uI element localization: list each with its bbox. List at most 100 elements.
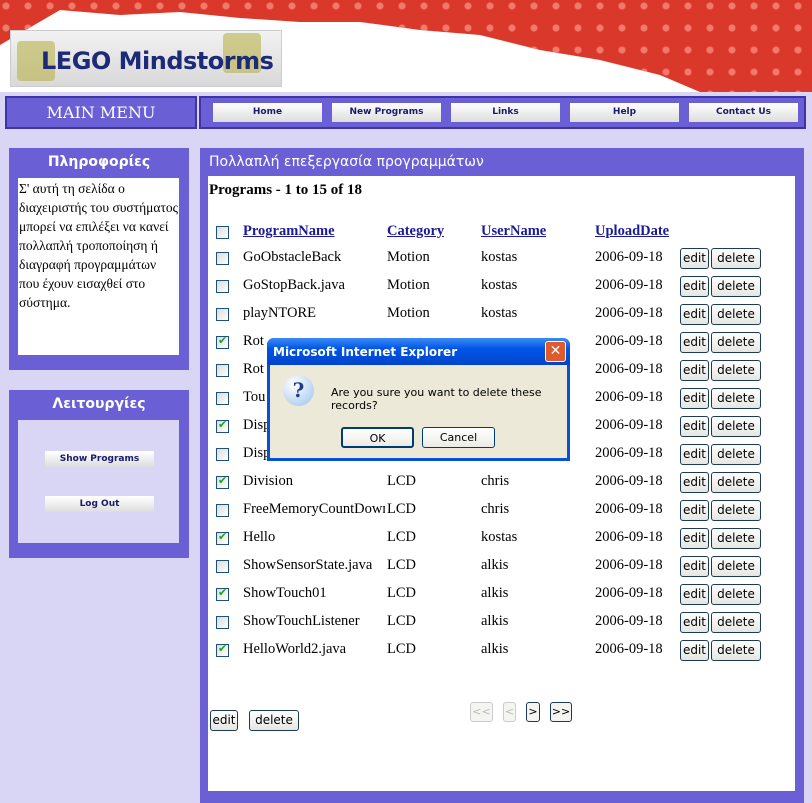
- dialog-message: Are you sure you want to delete these re…: [331, 386, 542, 412]
- delete-button[interactable]: delete: [711, 640, 761, 661]
- close-icon[interactable]: ✕: [545, 341, 566, 362]
- username: alkis: [481, 585, 509, 601]
- bulk-edit-button[interactable]: edit: [210, 710, 238, 731]
- edit-button[interactable]: edit: [680, 500, 709, 521]
- nav-home-button[interactable]: Home: [213, 103, 322, 122]
- program-name: FreeMemoryCountDown: [243, 501, 385, 517]
- delete-button[interactable]: delete: [711, 556, 761, 577]
- row-checkbox[interactable]: [216, 308, 229, 321]
- bulk-delete-button[interactable]: delete: [249, 710, 299, 731]
- question-icon: ?: [283, 375, 314, 406]
- col-programname[interactable]: ProgramName: [243, 223, 335, 240]
- row-checkbox[interactable]: [216, 474, 229, 489]
- program-name: Division: [243, 473, 293, 489]
- next-page-button[interactable]: >: [526, 702, 540, 722]
- table-row: Division LCD chris 2006-09-18 editdelete: [208, 472, 795, 494]
- row-checkbox[interactable]: [216, 530, 229, 545]
- delete-button[interactable]: delete: [711, 584, 761, 605]
- dialog-title: Microsoft Internet Explorer: [267, 338, 570, 365]
- row-checkbox[interactable]: [216, 252, 229, 265]
- row-checkbox[interactable]: [216, 364, 229, 377]
- edit-button[interactable]: edit: [680, 332, 709, 353]
- row-checkbox[interactable]: [216, 560, 229, 573]
- delete-button[interactable]: delete: [711, 416, 761, 437]
- delete-button[interactable]: delete: [711, 360, 761, 381]
- col-category[interactable]: Category: [387, 223, 444, 240]
- category: LCD: [387, 473, 416, 489]
- edit-button[interactable]: edit: [680, 304, 709, 325]
- delete-button[interactable]: delete: [711, 388, 761, 409]
- username: kostas: [481, 529, 518, 545]
- upload-date: 2006-09-18: [595, 501, 663, 517]
- upload-date: 2006-09-18: [595, 585, 663, 601]
- last-page-button[interactable]: >>: [550, 702, 572, 722]
- edit-button[interactable]: edit: [680, 584, 709, 605]
- operations-panel: Λειτουργίες Show Programs Log Out: [9, 390, 189, 558]
- nav-links-button[interactable]: Links: [451, 103, 560, 122]
- first-page-button[interactable]: <<: [470, 702, 493, 722]
- upload-date: 2006-09-18: [595, 557, 663, 573]
- show-programs-button[interactable]: Show Programs: [45, 451, 154, 467]
- delete-button[interactable]: delete: [711, 472, 761, 493]
- category: Motion: [387, 249, 430, 265]
- upload-date: 2006-09-18: [595, 529, 663, 545]
- row-checkbox[interactable]: [216, 504, 229, 517]
- nav-new-programs-button[interactable]: New Programs: [332, 103, 441, 122]
- select-all-checkbox[interactable]: [216, 226, 229, 239]
- nav-bar: MAIN MENU Home New Programs Links Help C…: [0, 92, 812, 133]
- delete-button[interactable]: delete: [711, 332, 761, 353]
- nav-help-button[interactable]: Help: [570, 103, 679, 122]
- ok-button[interactable]: OK: [341, 427, 414, 448]
- delete-button[interactable]: delete: [711, 276, 761, 297]
- row-checkbox[interactable]: [216, 642, 229, 657]
- delete-button[interactable]: delete: [711, 304, 761, 325]
- table-row: FreeMemoryCountDown LCD chris 2006-09-18 edi…: [208, 500, 795, 522]
- upload-date: 2006-09-18: [595, 361, 663, 377]
- upload-date: 2006-09-18: [595, 641, 663, 657]
- edit-button[interactable]: edit: [680, 556, 709, 577]
- table-row: ShowTouchListener LCD alkis 2006-09-18 edit d…: [208, 612, 795, 634]
- edit-button[interactable]: edit: [680, 248, 709, 269]
- edit-button[interactable]: edit: [680, 612, 709, 633]
- edit-button[interactable]: edit: [680, 472, 709, 493]
- upload-date: 2006-09-18: [595, 333, 663, 349]
- table-row: ShowSensorState.java LCD alkis 2006-09-18 ed…: [208, 556, 795, 578]
- upload-date: 2006-09-18: [595, 613, 663, 629]
- edit-button[interactable]: edit: [680, 388, 709, 409]
- main-menu-label: MAIN MENU: [5, 96, 197, 129]
- row-checkbox[interactable]: [216, 280, 229, 293]
- row-checkbox[interactable]: [216, 334, 229, 349]
- row-checkbox[interactable]: [216, 616, 229, 629]
- username: kostas: [481, 305, 518, 321]
- program-name: playNTORE: [243, 305, 317, 321]
- upload-date: 2006-09-18: [595, 277, 663, 293]
- upload-date: 2006-09-18: [595, 305, 663, 321]
- edit-button[interactable]: edit: [680, 444, 709, 465]
- delete-button[interactable]: delete: [711, 500, 761, 521]
- edit-button[interactable]: edit: [680, 360, 709, 381]
- delete-button[interactable]: delete: [711, 444, 761, 465]
- cancel-button[interactable]: Cancel: [422, 427, 495, 448]
- edit-button[interactable]: edit: [680, 640, 709, 661]
- delete-button[interactable]: delete: [711, 248, 761, 269]
- prev-page-button[interactable]: <: [503, 702, 516, 722]
- edit-button[interactable]: edit: [680, 276, 709, 297]
- username: chris: [481, 501, 510, 517]
- table-row: GoStopBack.java Motion kostas 2006-09-18 edi…: [208, 276, 795, 298]
- edit-button[interactable]: edit: [680, 528, 709, 549]
- edit-button[interactable]: edit: [680, 416, 709, 437]
- row-checkbox[interactable]: [216, 448, 229, 461]
- log-out-button[interactable]: Log Out: [45, 496, 154, 512]
- delete-button[interactable]: delete: [711, 612, 761, 633]
- col-username[interactable]: UserName: [481, 223, 546, 240]
- table-row: ShowTouch01 LCD alkis 2006-09-18 editdelete: [208, 584, 795, 606]
- upload-date: 2006-09-18: [595, 473, 663, 489]
- row-checkbox[interactable]: [216, 586, 229, 601]
- row-checkbox[interactable]: [216, 418, 229, 433]
- info-text: Σ' αυτή τη σελίδα ο διαχειριστής του συσ…: [18, 178, 179, 355]
- main-panel: Πολλαπλή επεξεργασία προγραμμάτων Progra…: [200, 148, 804, 803]
- delete-button[interactable]: delete: [711, 528, 761, 549]
- col-uploaddate[interactable]: UploadDate: [595, 223, 669, 240]
- nav-contact-button[interactable]: Contact Us: [689, 103, 798, 122]
- row-checkbox[interactable]: [216, 392, 229, 405]
